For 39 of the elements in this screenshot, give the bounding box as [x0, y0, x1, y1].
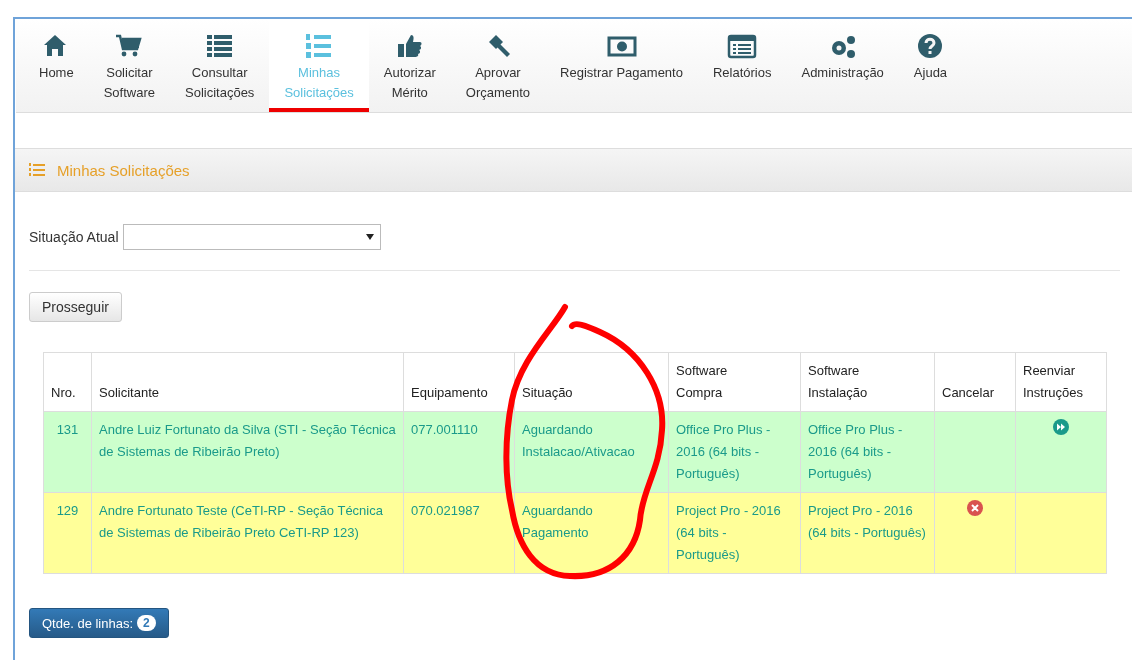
column-header: Equipamento	[403, 352, 515, 412]
column-header: Software Compra	[668, 352, 801, 412]
table-cell: 131	[43, 411, 92, 493]
nav-item[interactable]: Consultar Solicitações	[170, 19, 270, 112]
count-badge: 2	[137, 615, 156, 631]
table-cell: Project Pro - 2016 (64 bits - Português)	[800, 492, 935, 574]
table-cell: Aguardando Instalacao/Ativacao	[514, 411, 669, 493]
nav-item[interactable]: Autorizar Mérito	[368, 19, 451, 112]
column-header: Software Instalação	[800, 352, 935, 412]
nav-item[interactable]: Solicitar Software	[88, 19, 170, 112]
nav-item[interactable]: Registrar Pagamento	[545, 19, 698, 112]
filter-label: Situação Atual	[29, 229, 119, 245]
cancel-icon[interactable]	[967, 500, 983, 516]
nav-item[interactable]: Relatórios	[697, 19, 787, 112]
table-cell: Project Pro - 2016 (64 bits - Português)	[668, 492, 801, 574]
table-cell: 129	[43, 492, 92, 574]
nav-item[interactable]: Home	[24, 19, 89, 112]
column-header: Solicitante	[91, 352, 404, 412]
row-count-button[interactable]: Qtde. de linhas: 2	[29, 608, 169, 638]
nav-item[interactable]: Administração	[786, 19, 899, 112]
fast-forward-icon[interactable]	[1053, 419, 1069, 435]
proceed-button[interactable]: Prosseguir	[29, 292, 122, 322]
column-header: Reenviar Instruções	[1015, 352, 1107, 412]
table-cell: Aguardando Pagamento	[514, 492, 669, 574]
column-header: Situação	[514, 352, 669, 412]
table-cell: Office Pro Plus - 2016 (64 bits - Português)	[800, 411, 935, 493]
table-cell: Andre Fortunato Teste (CeTI-RP - Seção Técnica de Sistemas de Ribeirão Preto CeTI-RP 123)	[91, 492, 404, 574]
column-header: Nro.	[43, 352, 92, 412]
table-cell: Andre Luiz Fortunato da Silva (STI - Seção Técnica de Sistemas de Ribeirão Preto)	[91, 411, 404, 493]
table-cell: 077.001110	[403, 411, 515, 493]
nav-item[interactable]: Aprovar Orçamento	[450, 19, 546, 112]
caret-icon	[365, 234, 374, 240]
panel-title: Minhas Solicitações	[57, 161, 190, 179]
column-header: Cancelar	[934, 352, 1016, 412]
list-icon	[29, 163, 45, 177]
table-cell: Office Pro Plus - 2016 (64 bits - Português)	[668, 411, 801, 493]
table-cell: 070.021987	[403, 492, 515, 574]
status-dropdown[interactable]	[122, 224, 381, 250]
nav-item[interactable]: Ajuda	[898, 19, 963, 112]
